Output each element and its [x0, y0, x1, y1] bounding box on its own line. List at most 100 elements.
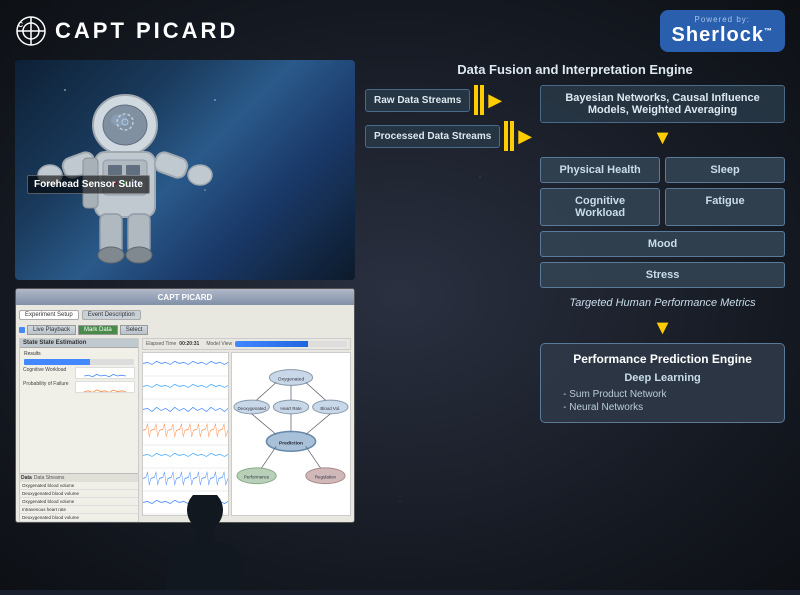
- prob-bar-container: [24, 359, 134, 365]
- physical-health-box: Physical Health: [540, 157, 660, 183]
- stream-label-3: Intravenous heart rate: [20, 506, 138, 514]
- svg-text:Prediction: Prediction: [279, 440, 303, 446]
- state-rows: Results Cognitive Workload: [20, 348, 138, 473]
- engine-item-1: - Neural Networks: [553, 401, 772, 414]
- content-area: Forehead Sensor Suite CAPT PICARD Experi…: [15, 60, 785, 580]
- stress-box: Stress: [540, 262, 785, 288]
- fatigue-box: Fatigue: [665, 188, 785, 226]
- engine-item-0: - Sum Product Network: [553, 388, 772, 401]
- person-silhouette-area: [150, 495, 260, 590]
- model-view-label: Model View: [206, 341, 232, 347]
- dashboard-body: Experiment Setup Event Description Live …: [16, 305, 354, 523]
- data-section: Data Data Streams Oxygenated blood volum…: [20, 473, 138, 523]
- stream-label-0: Oxygenated blood volume: [20, 482, 138, 490]
- down-arrow-1-icon: ▼: [540, 128, 785, 148]
- svg-text:Oxygenated: Oxygenated: [278, 376, 305, 382]
- stream-label-2: Oxygenated blood volume: [20, 498, 138, 506]
- streams-display-area: Oxygenated Deoxygenated Heart Rate: [142, 352, 351, 516]
- metrics-grid: Physical Health Sleep Cognitive Workload…: [540, 157, 785, 288]
- mark-data-btn[interactable]: Mark Data: [78, 325, 118, 335]
- down-arrow-2-icon: ▼: [540, 318, 785, 338]
- indicator: [19, 327, 25, 333]
- elapsed-value: 00:20:31: [179, 341, 199, 347]
- select-btn[interactable]: Select: [120, 325, 149, 335]
- dashboard-title: CAPT PICARD: [158, 293, 213, 302]
- raw-streams-box: Raw Data Streams: [365, 89, 470, 112]
- data-toolbar: Data Data Streams: [20, 474, 138, 482]
- capt-picard-logo-icon: C: [15, 15, 47, 47]
- results-header: Results: [22, 350, 136, 358]
- person-silhouette: [150, 495, 260, 590]
- live-playback-btn[interactable]: Live Playback: [27, 325, 76, 335]
- dashboard-area: CAPT PICARD Experiment Setup Event Descr…: [15, 288, 355, 523]
- header: C CAPT PICARD Powered by: Sherlock™: [15, 10, 785, 52]
- sherlock-powered-label: Powered by:: [695, 15, 750, 24]
- bar-3: [504, 121, 508, 151]
- sleep-box: Sleep: [665, 157, 785, 183]
- processed-arrow-bars: ▶: [504, 121, 532, 151]
- fusion-content-row: Raw Data Streams ▶ Processed Data: [365, 85, 785, 423]
- sherlock-name: Sherlock™: [672, 24, 773, 47]
- svg-text:C: C: [18, 22, 23, 29]
- targeted-label: Targeted Human Performance Metrics: [540, 293, 785, 313]
- astronaut-figure: [35, 70, 235, 270]
- state-panel: State State Estimation Results: [19, 338, 139, 523]
- bayesian-metrics-column: Bayesian Networks, Causal Influence Mode…: [540, 85, 785, 423]
- data-label: Data: [21, 475, 32, 481]
- elapsed-bar: Elapsed Time 00:20:31 Model View: [142, 338, 351, 350]
- probability-row: Probability of Failure: [22, 380, 136, 394]
- prob-bar: [24, 359, 90, 365]
- progress-bar: [235, 341, 347, 347]
- playback-toolbar: Live Playback Mark Data Select: [19, 324, 351, 336]
- right-arrow-2-icon: ▶: [518, 126, 532, 147]
- app-title: CAPT PICARD: [55, 18, 238, 44]
- right-arrow-icon: ▶: [488, 90, 502, 111]
- sensor-label: Forehead Sensor Suite: [27, 175, 150, 194]
- network-panel: Oxygenated Deoxygenated Heart Rate: [231, 352, 351, 516]
- engine-title: Performance Prediction Engine: [553, 352, 772, 366]
- state-header: State State Estimation: [20, 339, 138, 348]
- cognitive-chart: [75, 367, 135, 379]
- cognitive-workload-box: Cognitive Workload: [540, 188, 660, 226]
- engine-subtitle: Deep Learning: [553, 372, 772, 384]
- bar-4: [510, 121, 514, 151]
- streams-label: Data Streams: [34, 475, 65, 481]
- logo-area: C CAPT PICARD: [15, 15, 238, 47]
- processed-streams-row: Processed Data Streams ▶: [365, 121, 532, 151]
- dashboard-toolbar: Experiment Setup Event Description: [19, 308, 351, 322]
- fusion-engine-title: Data Fusion and Interpretation Engine: [365, 60, 785, 79]
- raw-arrow-bars: ▶: [474, 85, 502, 115]
- cognitive-workload-row: Cognitive Workload: [22, 366, 136, 380]
- bar-2: [480, 85, 484, 115]
- cognitive-workload-label: Cognitive Workload: [23, 367, 73, 379]
- prediction-engine-box: Performance Prediction Engine Deep Learn…: [540, 343, 785, 423]
- raw-streams-row: Raw Data Streams ▶: [365, 85, 532, 115]
- astronaut-area: Forehead Sensor Suite: [15, 60, 355, 280]
- svg-text:Blood Vol.: Blood Vol.: [320, 406, 340, 411]
- sherlock-badge: Powered by: Sherlock™: [660, 10, 785, 52]
- svg-text:Deoxygenated: Deoxygenated: [237, 406, 266, 411]
- right-panel: Data Fusion and Interpretation Engine Ra…: [365, 60, 785, 580]
- stream-label-4: Deoxygenated blood volume: [20, 514, 138, 522]
- waveform-chart: [142, 352, 229, 516]
- sensor-label-container: Forehead Sensor Suite: [27, 175, 150, 194]
- processed-streams-box: Processed Data Streams: [365, 125, 500, 148]
- svg-text:Heart Rate: Heart Rate: [280, 406, 302, 411]
- probability-label: Probability of Failure: [23, 381, 73, 393]
- streams-column: Raw Data Streams ▶ Processed Data: [365, 85, 532, 151]
- bar-1: [474, 85, 478, 115]
- progress-fill: [235, 341, 308, 347]
- probability-chart: [75, 381, 135, 393]
- stream-labels-list: Oxygenated blood volume Deoxygenated blo…: [20, 482, 138, 523]
- raw-streams-label: Raw Data Streams: [374, 95, 461, 106]
- event-description-tab[interactable]: Event Description: [82, 310, 141, 320]
- processed-streams-label: Processed Data Streams: [374, 131, 491, 142]
- svg-text:Performance: Performance: [244, 475, 270, 480]
- mood-box: Mood: [540, 231, 785, 257]
- elapsed-label: Elapsed Time: [146, 341, 176, 347]
- main-container: C CAPT PICARD Powered by: Sherlock™: [0, 0, 800, 590]
- stream-label-5: RR Interval: [20, 522, 138, 523]
- bayesian-box: Bayesian Networks, Causal Influence Mode…: [540, 85, 785, 123]
- svg-text:Regulation: Regulation: [315, 475, 337, 480]
- experiment-setup-tab[interactable]: Experiment Setup: [19, 310, 79, 320]
